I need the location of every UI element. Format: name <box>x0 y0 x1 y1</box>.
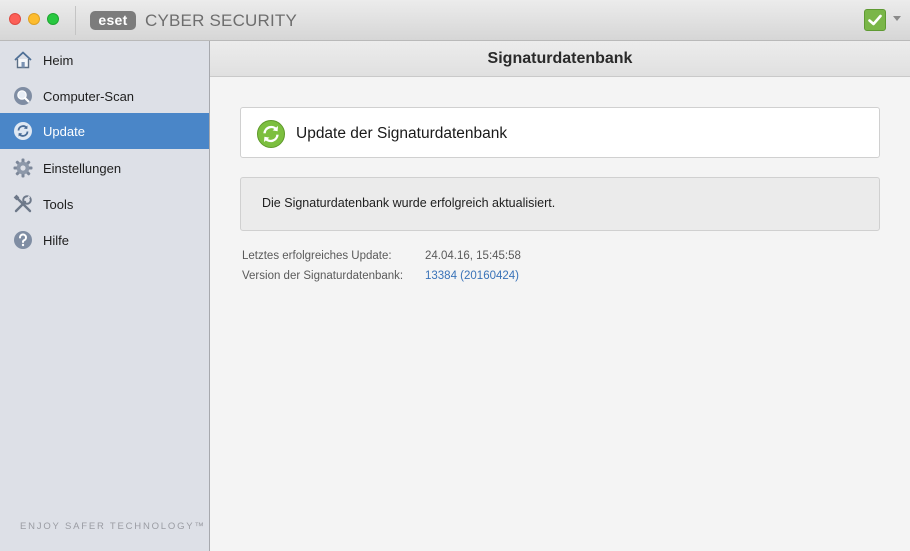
refresh-icon <box>257 120 285 148</box>
sidebar-item-computer-scan[interactable]: Computer-Scan <box>0 78 209 114</box>
tools-icon <box>13 194 32 213</box>
update-database-button[interactable]: Update der Signaturdatenbank <box>240 107 880 158</box>
app-window: eset CYBER SECURITY Heim Computer-Scan U… <box>0 0 910 551</box>
sidebar-item-update[interactable]: Update <box>0 113 209 149</box>
zoom-window-button[interactable] <box>47 13 59 25</box>
protection-status-button[interactable] <box>864 9 886 31</box>
gear-icon <box>13 158 33 178</box>
title-bar: eset CYBER SECURITY <box>0 0 910 41</box>
sidebar-item-label: Tools <box>43 197 74 212</box>
last-update-label: Letztes erfolgreiches Update: <box>242 250 392 262</box>
update-button-label: Update der Signaturdatenbank <box>296 125 508 142</box>
sidebar-item-tools[interactable]: Tools <box>0 186 209 222</box>
home-icon <box>14 51 32 69</box>
page-title: Signaturdatenbank <box>487 50 633 67</box>
version-link[interactable]: 13384 (20160424) <box>425 270 519 282</box>
sidebar-item-label: Heim <box>43 53 74 68</box>
version-label: Version der Signaturdatenbank: <box>242 270 404 282</box>
brand-logo: eset <box>90 11 136 30</box>
sidebar-item-heim[interactable]: Heim <box>0 42 209 78</box>
sidebar-item-label: Computer-Scan <box>43 89 135 104</box>
last-update-value: 24.04.16, 15:45:58 <box>425 250 521 262</box>
main-header: Signaturdatenbank <box>210 41 910 77</box>
chevron-down-icon[interactable] <box>893 16 901 21</box>
sidebar-item-label: Einstellungen <box>43 161 122 176</box>
sidebar-item-label: Hilfe <box>43 233 70 248</box>
brand-slogan: ENJOY SAFER TECHNOLOGY™ <box>20 521 206 532</box>
sidebar-item-einstellungen[interactable]: Einstellungen <box>0 150 209 186</box>
minimize-window-button[interactable] <box>28 13 40 25</box>
check-icon <box>868 14 882 26</box>
title-separator <box>75 6 76 35</box>
refresh-icon <box>14 122 32 140</box>
sidebar-item-label: Update <box>43 124 85 139</box>
sidebar: Heim Computer-Scan Update Einstellungen … <box>0 41 210 551</box>
close-window-button[interactable] <box>9 13 21 25</box>
help-icon <box>14 231 32 249</box>
brand-name: CYBER SECURITY <box>145 11 298 30</box>
sidebar-item-hilfe[interactable]: Hilfe <box>0 222 209 258</box>
status-message: Die Signaturdatenbank wurde erfolgreich … <box>262 196 556 210</box>
status-message-panel: Die Signaturdatenbank wurde erfolgreich … <box>240 177 880 231</box>
magnifier-icon <box>14 87 32 105</box>
